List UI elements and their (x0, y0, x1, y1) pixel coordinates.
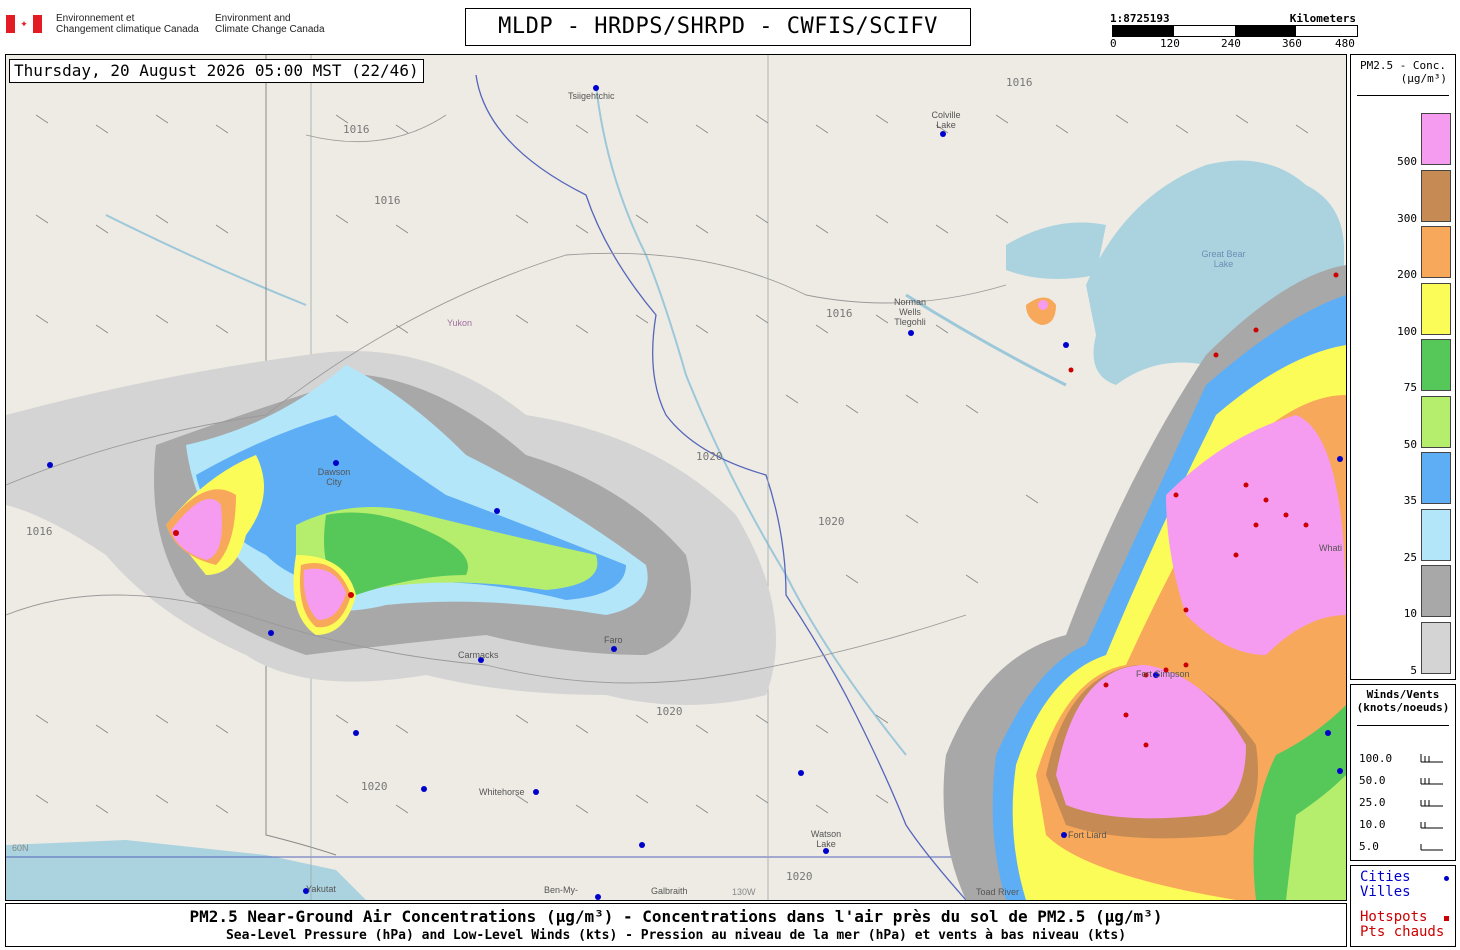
isobar-label: 1016 (1006, 76, 1033, 89)
caption-sub: Sea-Level Pressure (hPa) and Low-Level W… (225, 928, 1127, 943)
legend-bin-label: 50 (1403, 437, 1417, 451)
legend-swatch (1421, 621, 1451, 674)
scale-tick: 0 (1110, 37, 1117, 50)
legend-swatch (1421, 395, 1451, 448)
caption-main: PM2.5 Near-Ground Air Concentrations (µg… (189, 907, 1163, 926)
scale-tick: 240 (1221, 37, 1241, 50)
wind-barb-icon (1420, 754, 1443, 763)
scale-tick: 480 (1335, 37, 1355, 50)
legend-swatch (1421, 226, 1451, 278)
place-label: Faro (604, 635, 623, 645)
place-label: Tsiigehtchic (568, 91, 615, 101)
hotspots-label: Hotspots Pts chauds (1360, 909, 1445, 940)
legend-swatch (1421, 508, 1451, 561)
legend-swatch (1421, 452, 1451, 504)
legend-bin-label: 100 (1397, 324, 1417, 338)
legend-bin-label: 35 (1403, 494, 1417, 507)
graticule-label: 60N (12, 843, 29, 853)
place-label: Dawson City (317, 467, 351, 487)
dept-name-en: Environment and Climate Change Canada (215, 13, 325, 35)
eccc-logo: ✦ Environnement et Changement climatique … (6, 10, 336, 40)
graticule-label: 130W (732, 887, 756, 897)
wind-barb-icon (1420, 822, 1443, 829)
winds-legend: Winds/Vents (knots/noeuds) 100.0 50.0 25.0 1… (1350, 684, 1456, 861)
wind-barb-icon (1420, 778, 1443, 785)
scale-bar: 1:8725193 Kilometers 0 120 240 360 480 (1110, 12, 1358, 52)
place-label: Ben-My- (544, 885, 579, 895)
place-label: Fort Liard (1068, 830, 1107, 840)
isobar-label: 1020 (656, 705, 683, 718)
legend-bin-label: 75 (1403, 381, 1417, 394)
place-label: Great Bear Lake (1201, 249, 1246, 269)
wind-speed-label: 50.0 (1359, 774, 1386, 787)
place-label: Toad River (976, 887, 1020, 897)
legend-title: PM2.5 - Conc. (µg/m³) (1359, 59, 1447, 85)
place-label: Whitehorse (479, 787, 525, 797)
wind-barb-icon (1420, 800, 1443, 807)
legend-bin-label: 5 (1410, 663, 1417, 677)
map-canvas (6, 55, 1346, 900)
wind-speed-label: 5.0 (1359, 840, 1379, 853)
isobar-label: 1020 (361, 780, 388, 793)
place-label: Colville Lake (931, 110, 961, 130)
isobar-label: 1016 (374, 194, 401, 207)
legend-bin-label: 10 (1403, 607, 1417, 620)
smoke-plume-yukon (6, 351, 776, 705)
caption: PM2.5 Near-Ground Air Concentrations (µg… (5, 903, 1347, 947)
place-label: Galbraith (651, 886, 688, 896)
legend-swatch (1421, 282, 1451, 335)
place-label: Watson Lake (810, 829, 842, 849)
legend-bin-label: 200 (1397, 268, 1417, 281)
isobar-label: 1020 (818, 515, 845, 528)
isobar-label: 1020 (696, 450, 723, 463)
scale-tick: 120 (1160, 37, 1180, 50)
place-label: Yakutat (306, 884, 336, 894)
isobar-label: 1020 (786, 870, 813, 883)
scale-tick: 360 (1282, 37, 1302, 50)
isobar-label: 1016 (26, 525, 53, 538)
wind-speed-label: 100.0 (1359, 752, 1393, 765)
wind-speed-label: 25.0 (1359, 796, 1386, 809)
place-label: Carmacks (458, 650, 499, 660)
product-title: MLDP - HRDPS/SHRPD - CWFIS/SCIFV (465, 8, 971, 46)
canada-flag-icon: ✦ (6, 15, 42, 33)
wind-speed-label: 10.0 (1359, 818, 1386, 831)
marker-legend: Cities Villes Hotspots Pts chauds (1350, 865, 1456, 947)
scale-ratio: 1:8725193 (1110, 12, 1170, 25)
winds-title: Winds/Vents (knots/noeuds) (1356, 688, 1450, 714)
wind-barb-icon (1420, 844, 1443, 851)
legend-swatch (1421, 565, 1451, 617)
pm25-legend: PM2.5 - Conc. (µg/m³) 500 300 200 100 75 50 35… (1350, 54, 1456, 680)
dept-name-fr: Environnement et Changement climatique Ca… (56, 13, 199, 35)
isobar-label: 1016 (343, 123, 370, 136)
place-label: Fort Simpson (1136, 669, 1190, 679)
legend-swatch (1421, 169, 1451, 222)
city-dot-icon (1444, 876, 1449, 881)
place-label: Yukon (447, 318, 473, 328)
place-label: Whati (1319, 543, 1343, 553)
legend-swatch (1421, 339, 1451, 391)
map-panel[interactable]: Tsiigehtchic Colville Lake Great Bear La… (5, 54, 1347, 901)
legend-bin-label: 500 (1397, 155, 1417, 168)
legend-bin-label: 300 (1397, 211, 1417, 225)
legend-swatch (1421, 113, 1451, 165)
isobar-label: 1016 (826, 307, 853, 320)
cities-label: Cities Villes (1360, 869, 1411, 900)
scale-unit: Kilometers (1289, 12, 1356, 25)
valid-time-label: Thursday, 20 August 2026 05:00 MST (22/4… (9, 59, 424, 83)
place-label: Norman Wells Tlegohli (893, 297, 926, 327)
legend-bin-label: 25 (1403, 550, 1417, 564)
hotspot-square-icon (1444, 916, 1449, 921)
